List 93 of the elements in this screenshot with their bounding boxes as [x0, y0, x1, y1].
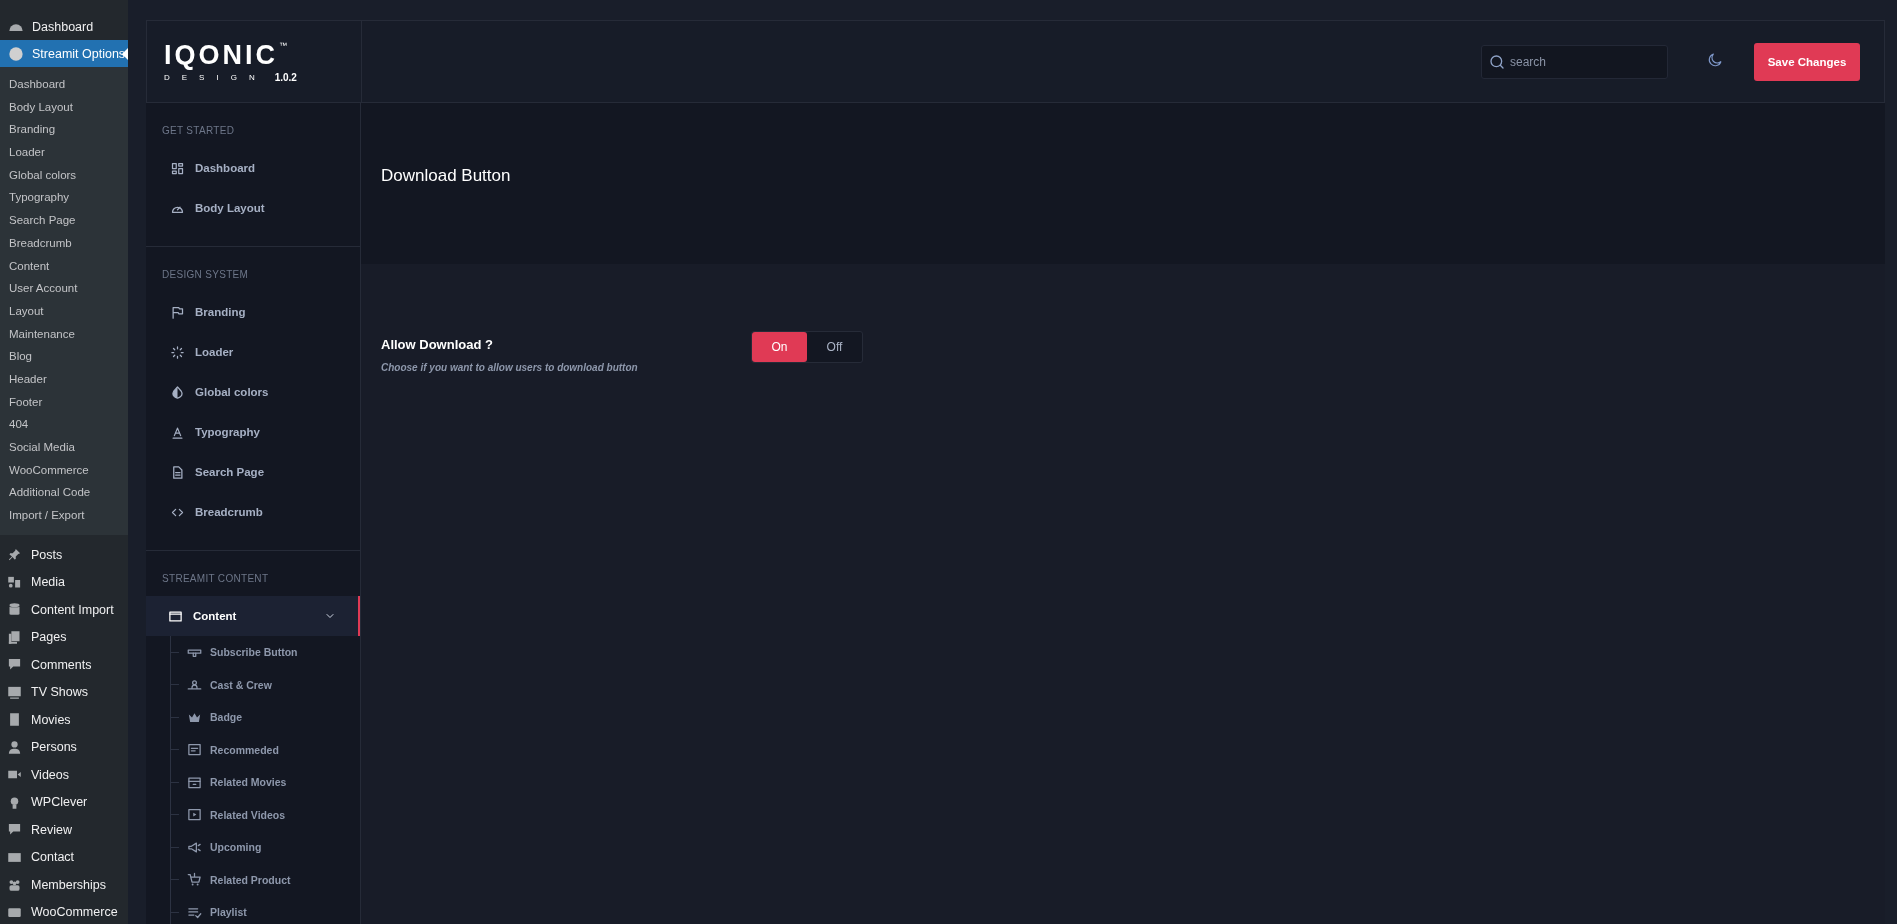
- pages-icon: [7, 629, 22, 645]
- menu-item[interactable]: Dashboard: [0, 13, 128, 40]
- message-box-icon: [187, 742, 202, 758]
- play-box-icon: [187, 807, 202, 823]
- circle-logo-icon: [8, 45, 24, 62]
- submenu-item[interactable]: Related Videos: [171, 798, 360, 831]
- moon-icon[interactable]: [1706, 51, 1724, 69]
- menu-item[interactable]: Memberships: [0, 870, 128, 899]
- logo-wordmark: IQONIC: [164, 40, 278, 69]
- submenu-item[interactable]: Header: [0, 367, 128, 391]
- sidebar-item[interactable]: Breadcrumb: [146, 492, 360, 532]
- submenu-item[interactable]: Related Product: [171, 863, 360, 896]
- spinner-icon: [170, 344, 185, 360]
- database-icon: [7, 602, 22, 617]
- menu-item[interactable]: Videos: [0, 760, 128, 789]
- submenu-item[interactable]: Blog: [0, 345, 128, 368]
- menu-item[interactable]: Contact: [0, 843, 128, 871]
- field-description: Choose if you want to allow users to download button: [381, 362, 639, 373]
- submenu-item[interactable]: Dashboard: [0, 73, 128, 96]
- menu-item[interactable]: Persons: [0, 733, 128, 761]
- submenu-item[interactable]: Additional Code: [0, 481, 128, 505]
- save-changes-button[interactable]: Save Changes: [1754, 43, 1860, 81]
- submenu-item[interactable]: Typography: [0, 186, 128, 210]
- people-row-icon: [187, 677, 202, 693]
- submenu-item[interactable]: Branding: [0, 118, 128, 142]
- submenu-item[interactable]: Related Movies: [171, 766, 360, 799]
- submenu-item[interactable]: Social Media: [0, 436, 128, 459]
- submenu-item[interactable]: Subscribe Button: [171, 636, 360, 669]
- speech-bubble-icon: [7, 657, 22, 672]
- sidebar-item[interactable]: Content: [146, 596, 360, 636]
- menu-item[interactable]: Pages: [0, 623, 128, 651]
- submenu-item[interactable]: Loader: [0, 141, 128, 164]
- section-heading: DESIGN SYSTEM: [161, 269, 250, 280]
- submenu-item[interactable]: User Account: [0, 277, 128, 300]
- menu-item[interactable]: Media: [0, 568, 128, 596]
- submenu-item[interactable]: Playlist: [171, 896, 360, 924]
- version-label: 1.0.2: [274, 71, 297, 83]
- submenu-item[interactable]: WooCommerce: [0, 458, 128, 482]
- toggle-group[interactable]: On Off: [751, 331, 863, 363]
- submenu-item[interactable]: Layout: [0, 299, 128, 323]
- submenu-item[interactable]: Content: [0, 254, 128, 278]
- sidebar-item[interactable]: Search Page: [146, 452, 360, 492]
- person-icon: [7, 739, 22, 755]
- submenu-item[interactable]: Body Layout: [0, 95, 128, 119]
- pin-icon: [7, 547, 22, 562]
- page-title: Download Button: [381, 165, 511, 186]
- submenu-item[interactable]: Search Page: [0, 209, 128, 232]
- sidebar-item[interactable]: Dashboard: [146, 148, 360, 188]
- field-label: Allow Download ?: [381, 337, 494, 352]
- menu-item[interactable]: Movies: [0, 705, 128, 734]
- flag-icon: [170, 304, 185, 320]
- trademark-sign: ™: [279, 40, 287, 50]
- sidebar-item[interactable]: Branding: [146, 292, 360, 332]
- letter-a-icon: [170, 424, 185, 440]
- sidebar-item[interactable]: Loader: [146, 332, 360, 372]
- media-icon: [7, 574, 22, 590]
- toggle-option[interactable]: Off: [807, 332, 862, 362]
- submenu-item[interactable]: Footer: [0, 390, 128, 414]
- sidebar-item[interactable]: Body Layout: [146, 188, 360, 228]
- section-heading: GET STARTED: [161, 125, 236, 136]
- screen-icon: [7, 684, 22, 700]
- sidebar-item[interactable]: Global colors: [146, 372, 360, 412]
- submenu-item[interactable]: Upcoming: [171, 831, 360, 864]
- menu-item[interactable]: TV Shows: [0, 678, 128, 706]
- window-icon: [168, 608, 183, 624]
- megaphone-icon: [187, 839, 202, 855]
- sidebar-item[interactable]: Typography: [146, 412, 360, 452]
- search-field[interactable]: search: [1481, 45, 1668, 79]
- submenu-item[interactable]: Cast & Crew: [171, 668, 360, 701]
- cart-icon: [187, 872, 202, 888]
- document-icon: [170, 464, 185, 480]
- menu-item[interactable]: Content Import: [0, 595, 128, 624]
- menu-item[interactable]: Comments: [0, 650, 128, 679]
- group-icon: [7, 877, 22, 892]
- half-drop-icon: [170, 384, 185, 400]
- logo-tagline: DESIGN: [164, 72, 267, 82]
- submenu-item[interactable]: Global colors: [0, 163, 128, 187]
- section-heading: STREAMIT CONTENT: [161, 573, 270, 584]
- grid-icon: [170, 160, 185, 176]
- menu-item[interactable]: Review: [0, 815, 128, 844]
- speech-bubble-icon: [7, 822, 22, 837]
- submenu-item[interactable]: Badge: [171, 701, 360, 734]
- calendar-icon: [187, 774, 202, 790]
- submenu-item[interactable]: 404: [0, 413, 128, 436]
- submenu-item[interactable]: Recommeded: [171, 733, 360, 766]
- submenu-item[interactable]: Breadcrumb: [0, 231, 128, 255]
- menu-item[interactable]: Streamit Options: [0, 40, 128, 67]
- submenu-item[interactable]: Maintenance: [0, 322, 128, 346]
- submenu-item[interactable]: Import / Export: [0, 504, 128, 527]
- menu-item[interactable]: Posts: [0, 540, 128, 569]
- menu-item[interactable]: WPClever: [0, 788, 128, 816]
- menu-item[interactable]: WooCommerce: [0, 898, 128, 924]
- toggle-option[interactable]: On: [752, 332, 807, 362]
